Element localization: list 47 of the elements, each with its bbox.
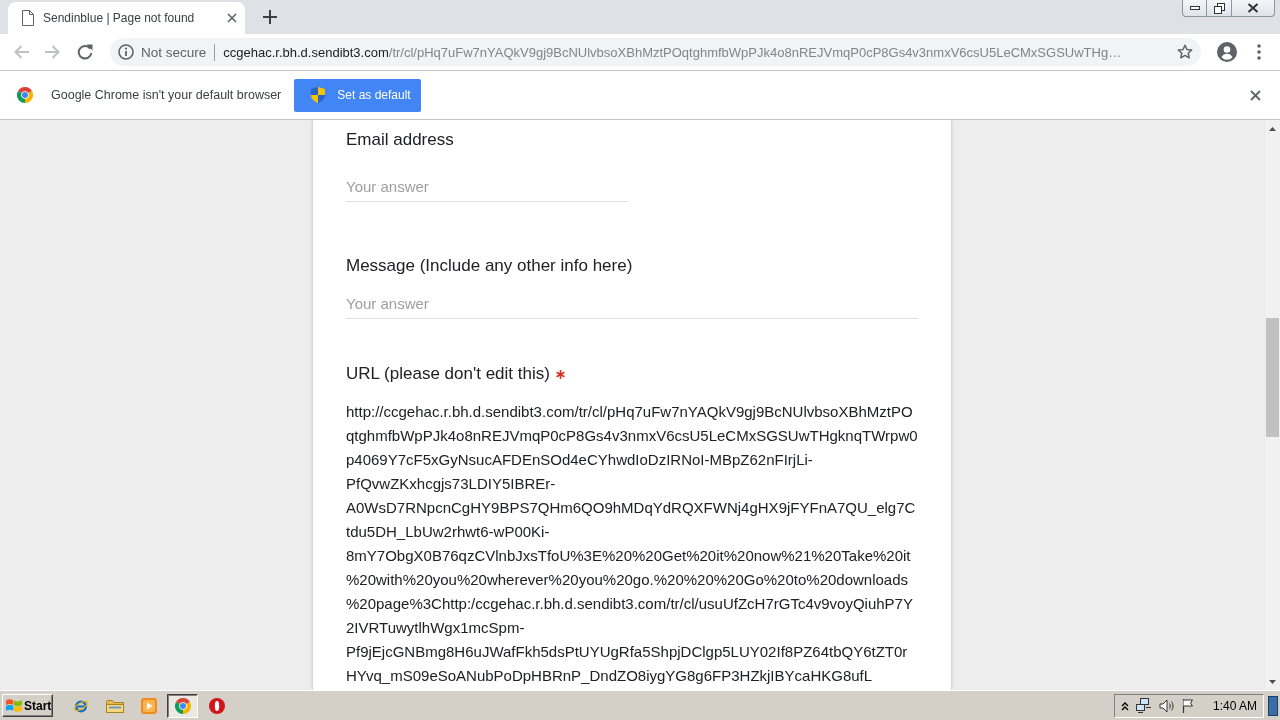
start-button[interactable]: Start [2, 694, 53, 717]
minimize-icon [1189, 6, 1200, 10]
minimize-button[interactable] [1182, 0, 1207, 17]
close-icon[interactable] [1250, 89, 1261, 101]
caret-up-icon [1269, 126, 1276, 131]
play-icon [140, 697, 157, 714]
security-button[interactable]: Not secure [118, 44, 207, 60]
show-desktop-icon[interactable] [1268, 695, 1278, 716]
restore-button[interactable] [1207, 0, 1232, 17]
page-icon [22, 10, 34, 26]
question-label: Message (Include any other info here) [346, 256, 633, 276]
flag-logo-icon [6, 698, 22, 713]
account-icon[interactable] [1217, 42, 1237, 62]
close-icon[interactable] [227, 13, 237, 23]
url-text[interactable]: ccgehac.r.bh.d.sendibt3.com/tr/cl/pHq7uFw7nYAQkV9gj9BcNUlvbsoXBhMztPOqtghmfbWpPJk4o8nREJVmqP0cP8Gs4v3nmxV6csU5LeCMxSGSUwTHg… [223, 44, 1169, 60]
answer-text: http://ccgehac.r.bh.d.sendibt3.com/tr/cl/pHq7uFw7nYAQkV9gj9BcNUlvbsoXBhMztPOqtghmfbWpPJk4o8nREJVmqP0cP8Gs4v3nmxV6csU5LeCMxSGSUwTHgknqTWrpw0p4069Y7cF5xGyNsucAFDEnSOd4eCYhwdIoDzIRNoI-MBpZ62nFIrjLi-PfQvwZKxhcgjs73LDIY5IBREr-A0WsD7RNpcnCgHY9BPS7QHm6QO9hMDqYdRQXFWNj4gHX9jFYFnA7QU_elg7Ctdu5DH_LbUw2rhwt6-wP00Ki-8mY7ObgX0B76qzCVlnbJxsTfoU%3E%20%20Get%20it%20now%21%20Take%20it%20with%20you%20wherever%20you%20go.%20%20%20Go%20to%20downloads%20page%3Chttp:/ccgehac.r.bh.d.sendibt3.com/tr/cl/usuUfZcH7rGTc4v9voyQiuhP7Y2IVRTuwytlhWgx1mcSpm-Pf9jEjcGNBmg8H6uJWafFkh5dsPtUYUgRfa5ShpjDClgp5LUY02If8PZ64tbQY6tZT0rHYvq_mS09eSoANubPoDpHBRnP_DndZO8iygYG8g6FP3HZkjIBYcaHKG8ufL [346, 402, 918, 686]
info-icon [118, 44, 134, 60]
browser-logo-icon [174, 697, 191, 714]
set-default-button[interactable]: Set as default [294, 78, 422, 112]
question-label: Email address [346, 130, 454, 150]
close-button[interactable] [1232, 0, 1275, 17]
menu-icon[interactable] [1257, 44, 1261, 60]
speaker-icon[interactable] [1158, 698, 1175, 713]
network-icon[interactable] [1135, 698, 1152, 713]
reload-icon[interactable] [77, 44, 93, 60]
folder-icon [105, 698, 124, 713]
address-bar[interactable]: Not secure ccgehac.r.bh.d.sendibt3.com/tr/cl/pHq7uFw7nYAQkV9gj9BcNUlvbsoXBhMztPOqtghmfbWpPJk4o8nREJVmqP0cP8Gs4v3nmxV6csU5LeCMxSGSUwTHg… [110, 38, 1201, 66]
e-logo-icon [72, 697, 89, 714]
restore-icon [1213, 2, 1225, 14]
answer-field[interactable]: Your answer [346, 172, 628, 202]
shield-icon [311, 87, 326, 103]
infobar-message: Google Chrome isn't your default browser [51, 88, 282, 102]
clock: 1:40 AM [1212, 698, 1257, 713]
scrollbar[interactable] [1264, 120, 1280, 690]
caret-down-icon [1269, 679, 1276, 684]
star-icon[interactable] [1177, 44, 1193, 60]
browser-tab[interactable]: Sendinblue | Page not found [8, 2, 245, 34]
plus-icon [263, 10, 277, 24]
scrollbar-thumb[interactable] [1266, 318, 1279, 437]
question-label: URL (please don't edit this) [346, 364, 550, 384]
chevron-up-icon[interactable] [1120, 700, 1129, 711]
close-icon [1247, 3, 1259, 13]
circle-logo-icon [208, 697, 225, 714]
taskbar-button[interactable] [167, 693, 198, 718]
browser-logo-icon [17, 87, 33, 103]
answer-field[interactable]: Your answer [346, 289, 918, 319]
flag-icon[interactable] [1181, 698, 1194, 713]
